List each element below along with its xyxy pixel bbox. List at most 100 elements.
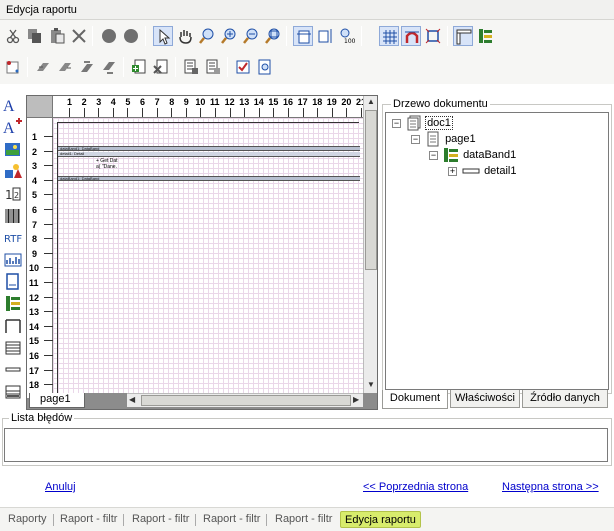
zoom-out-icon[interactable]: [241, 26, 261, 46]
scroll-left-icon[interactable]: ◀: [129, 395, 135, 404]
toolbar-separator: [227, 57, 228, 77]
zoom-in-icon[interactable]: [219, 26, 239, 46]
chart-tool-icon[interactable]: [3, 250, 23, 270]
tab-zrodlo-danych[interactable]: Źródło danych: [522, 390, 608, 408]
show-rulers-icon[interactable]: [453, 26, 473, 46]
scroll-thumb[interactable]: [141, 395, 351, 406]
fit-to-frame-icon[interactable]: [423, 26, 443, 46]
page-width-icon[interactable]: [293, 26, 313, 46]
validate-icon[interactable]: [233, 57, 253, 77]
databand-header[interactable]: dataBand1: DataBand: [58, 146, 360, 151]
delete-icon[interactable]: [69, 26, 89, 46]
tab-dokument[interactable]: Dokument: [382, 390, 448, 409]
next-page-link[interactable]: Następna strona >>: [502, 481, 599, 493]
detail-band[interactable]: detail1: Detail: [58, 151, 360, 157]
page-tab[interactable]: page1: [29, 393, 85, 408]
ruler-tick-label: 13: [29, 307, 40, 318]
step-raport-filtr-3[interactable]: Raport - filtr: [199, 511, 268, 528]
text-tool-icon[interactable]: A: [3, 96, 23, 116]
send-backward-icon[interactable]: [55, 57, 75, 77]
data-field[interactable]: a( "Dane.: [96, 165, 117, 170]
ruler-tick: [44, 296, 53, 298]
header-band-tool-icon[interactable]: [3, 316, 23, 336]
hand-pan-icon[interactable]: [175, 26, 195, 46]
ruler-tick-label: 17: [297, 97, 308, 107]
footer-band-tool-icon[interactable]: [3, 382, 23, 402]
designer-horizontal-scrollbar[interactable]: ◀ ▶: [127, 393, 363, 407]
zoom-fit-icon[interactable]: [197, 26, 217, 46]
select-pointer-icon[interactable]: [153, 26, 173, 46]
ruler-tick: [185, 108, 187, 117]
expand-icon[interactable]: +: [448, 167, 457, 176]
barcode-tool-icon[interactable]: [3, 206, 23, 226]
scroll-down-icon[interactable]: ▼: [367, 380, 375, 389]
ruler-tick: [69, 108, 70, 117]
redo-icon[interactable]: [121, 26, 141, 46]
ruler-tick-label: 14: [29, 321, 40, 332]
page-setup-icon[interactable]: [203, 57, 223, 77]
new-report-icon[interactable]: [3, 57, 23, 77]
designer-vertical-scrollbar[interactable]: ▲ ▼: [363, 96, 377, 393]
cut-icon[interactable]: [3, 26, 23, 46]
send-to-back-icon[interactable]: [99, 57, 119, 77]
tree-item-databand1[interactable]: dataBand1: [443, 147, 517, 163]
error-list[interactable]: [4, 428, 608, 462]
tree-item-page1[interactable]: page1: [425, 131, 477, 147]
detail-band-tool-icon[interactable]: [3, 338, 23, 358]
ruler-tick: [346, 108, 348, 117]
text-plus-tool-icon[interactable]: A: [3, 118, 23, 138]
ruler-tick: [44, 209, 53, 210]
page-properties-icon[interactable]: [181, 57, 201, 77]
collapse-icon[interactable]: −: [429, 151, 438, 160]
rtf-tool-icon[interactable]: RTF: [3, 228, 23, 248]
step-raporty[interactable]: Raporty: [4, 511, 54, 528]
step-raport-filtr-4[interactable]: Raport - filtr: [271, 511, 336, 528]
zoom-page-icon[interactable]: [263, 26, 283, 46]
ruler-tick-label: 6: [32, 205, 38, 215]
design-canvas[interactable]: dataBand1: DataBand detail1: Detail + Ge…: [53, 118, 363, 393]
show-bands-icon[interactable]: [475, 26, 495, 46]
snap-to-grid-icon[interactable]: [401, 26, 421, 46]
tree-item-doc1[interactable]: doc1: [406, 115, 453, 131]
scroll-right-icon[interactable]: ▶: [353, 395, 359, 404]
shapes-tool-icon[interactable]: [3, 162, 23, 182]
undo-icon[interactable]: [99, 26, 119, 46]
collapse-icon[interactable]: −: [392, 119, 401, 128]
ruler-tick-label: 9: [183, 97, 189, 107]
counter-tool-icon[interactable]: 12: [3, 184, 23, 204]
cancel-link[interactable]: Anuluj: [45, 481, 76, 493]
ruler-corner: [27, 96, 53, 118]
ruler-tick: [44, 194, 53, 196]
zoom-100-icon[interactable]: 100: [337, 26, 357, 46]
ruler-tick-label: 12: [29, 292, 40, 303]
tree-item-detail1[interactable]: detail1: [462, 163, 517, 179]
scroll-thumb[interactable]: [365, 110, 377, 270]
tab-wlasciwosci[interactable]: Właściwości: [450, 390, 520, 408]
paste-icon[interactable]: [47, 26, 67, 46]
preview-icon[interactable]: [255, 57, 275, 77]
previous-page-link[interactable]: << Poprzednia strona: [363, 481, 468, 493]
ruler-tick: [156, 108, 158, 117]
scroll-up-icon[interactable]: ▲: [367, 97, 375, 106]
delete-page-icon[interactable]: [151, 57, 171, 77]
report-page[interactable]: dataBand1: DataBand detail1: Detail + Ge…: [57, 122, 360, 393]
image-tool-icon[interactable]: [3, 140, 23, 160]
copy-icon[interactable]: [25, 26, 45, 46]
step-raport-filtr-2[interactable]: Raport - filtr: [128, 511, 197, 528]
databand-tool-icon[interactable]: [3, 294, 23, 314]
step-raport-filtr-1[interactable]: Raport - filtr: [56, 511, 125, 528]
ruler-tick-label: 3: [32, 161, 38, 172]
insert-page-icon[interactable]: [129, 57, 149, 77]
step-edycja-raportu[interactable]: Edycja raportu: [340, 511, 421, 528]
bring-to-front-icon[interactable]: [77, 57, 97, 77]
grid-icon[interactable]: [379, 26, 399, 46]
line-tool-icon[interactable]: [3, 360, 23, 380]
databand-footer[interactable]: dataBand1: DataBand: [58, 176, 360, 181]
bring-forward-icon[interactable]: [33, 57, 53, 77]
page-height-icon[interactable]: [315, 26, 335, 46]
subreport-tool-icon[interactable]: [3, 272, 23, 292]
svg-text:2: 2: [14, 191, 19, 200]
window-title-bar: Edycja raportu: [0, 0, 614, 20]
collapse-icon[interactable]: −: [411, 135, 420, 144]
document-tree[interactable]: − doc1 − page1 − dataBand1 + detail1: [385, 112, 609, 390]
